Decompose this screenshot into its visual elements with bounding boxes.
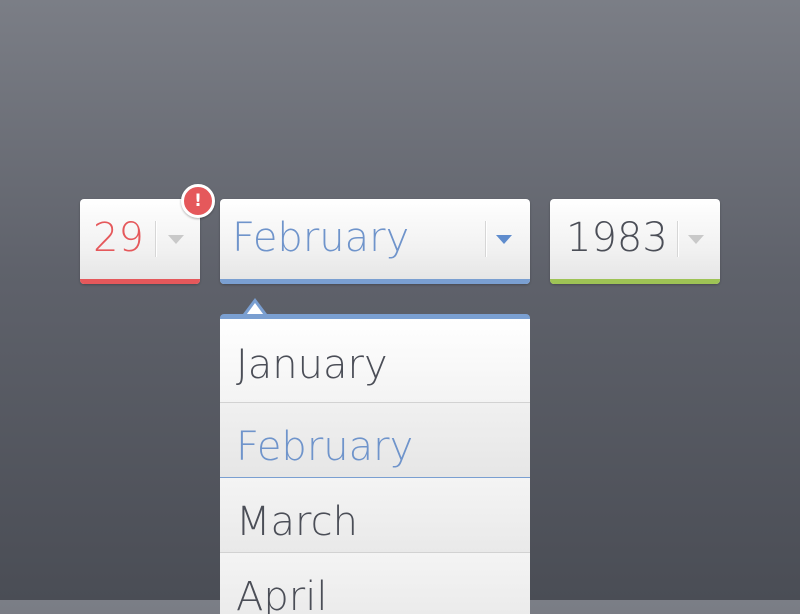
- year-select[interactable]: 1983: [550, 199, 720, 284]
- exclamation-icon: !: [194, 191, 202, 211]
- month-value: February: [232, 215, 410, 261]
- year-select-divider: [677, 221, 678, 257]
- year-valid-bar: [550, 279, 720, 284]
- month-dropdown: January February March April: [220, 298, 530, 614]
- year-value: 1983: [566, 215, 668, 261]
- month-select-divider: [485, 221, 486, 257]
- day-select-divider: [155, 221, 156, 257]
- day-select[interactable]: 29: [80, 199, 200, 284]
- chevron-down-icon[interactable]: [496, 235, 512, 244]
- day-error-bar: [80, 279, 200, 284]
- month-option-april[interactable]: April: [220, 553, 530, 614]
- chevron-down-icon[interactable]: [168, 235, 184, 244]
- month-option-february[interactable]: February: [220, 403, 530, 478]
- month-active-bar: [220, 279, 530, 284]
- day-value: 29: [93, 215, 144, 261]
- chevron-down-icon[interactable]: [688, 235, 704, 244]
- month-option-january[interactable]: January: [220, 319, 530, 403]
- month-select[interactable]: February: [220, 199, 530, 284]
- month-options-list: January February March April: [220, 314, 530, 614]
- month-option-march[interactable]: March: [220, 478, 530, 553]
- error-badge: !: [181, 184, 215, 218]
